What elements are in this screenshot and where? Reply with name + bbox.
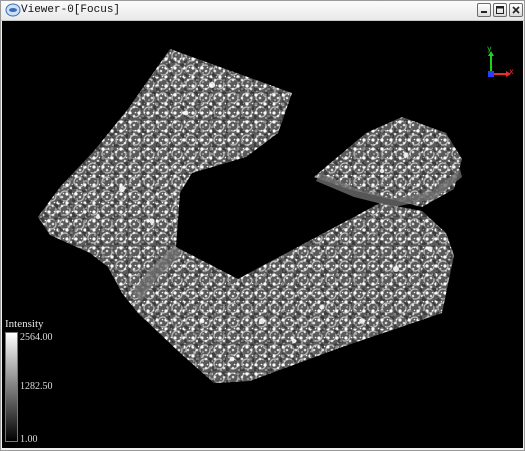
scale-min-label: 1.00 [20, 434, 38, 445]
axis-x-label: x [509, 67, 514, 76]
point-cloud-viewport[interactable]: y x Intensity 2564.00 1282.50 1.00 [2, 21, 523, 448]
scalar-bar-title: Intensity [5, 318, 44, 330]
axis-y-label: y [487, 44, 492, 53]
title-bar[interactable]: Viewer-0[Focus] [1, 1, 524, 21]
minimize-icon [481, 11, 487, 13]
scale-max-label: 2564.00 [20, 332, 53, 343]
app-logo-icon [5, 3, 21, 17]
viewer-window: Viewer-0[Focus] y x Intensity 2564.00 12… [0, 0, 525, 451]
intensity-color-scale [5, 332, 18, 442]
minimize-button[interactable] [477, 3, 491, 17]
window-title: Viewer-0[Focus] [21, 4, 121, 16]
scale-mid-label: 1282.50 [20, 381, 53, 392]
point-cloud-render [38, 49, 462, 383]
close-button[interactable] [509, 3, 523, 17]
maximize-button[interactable] [493, 3, 507, 17]
close-icon [512, 6, 520, 14]
maximize-icon [496, 6, 504, 14]
orientation-axes-widget: y x [483, 43, 517, 79]
